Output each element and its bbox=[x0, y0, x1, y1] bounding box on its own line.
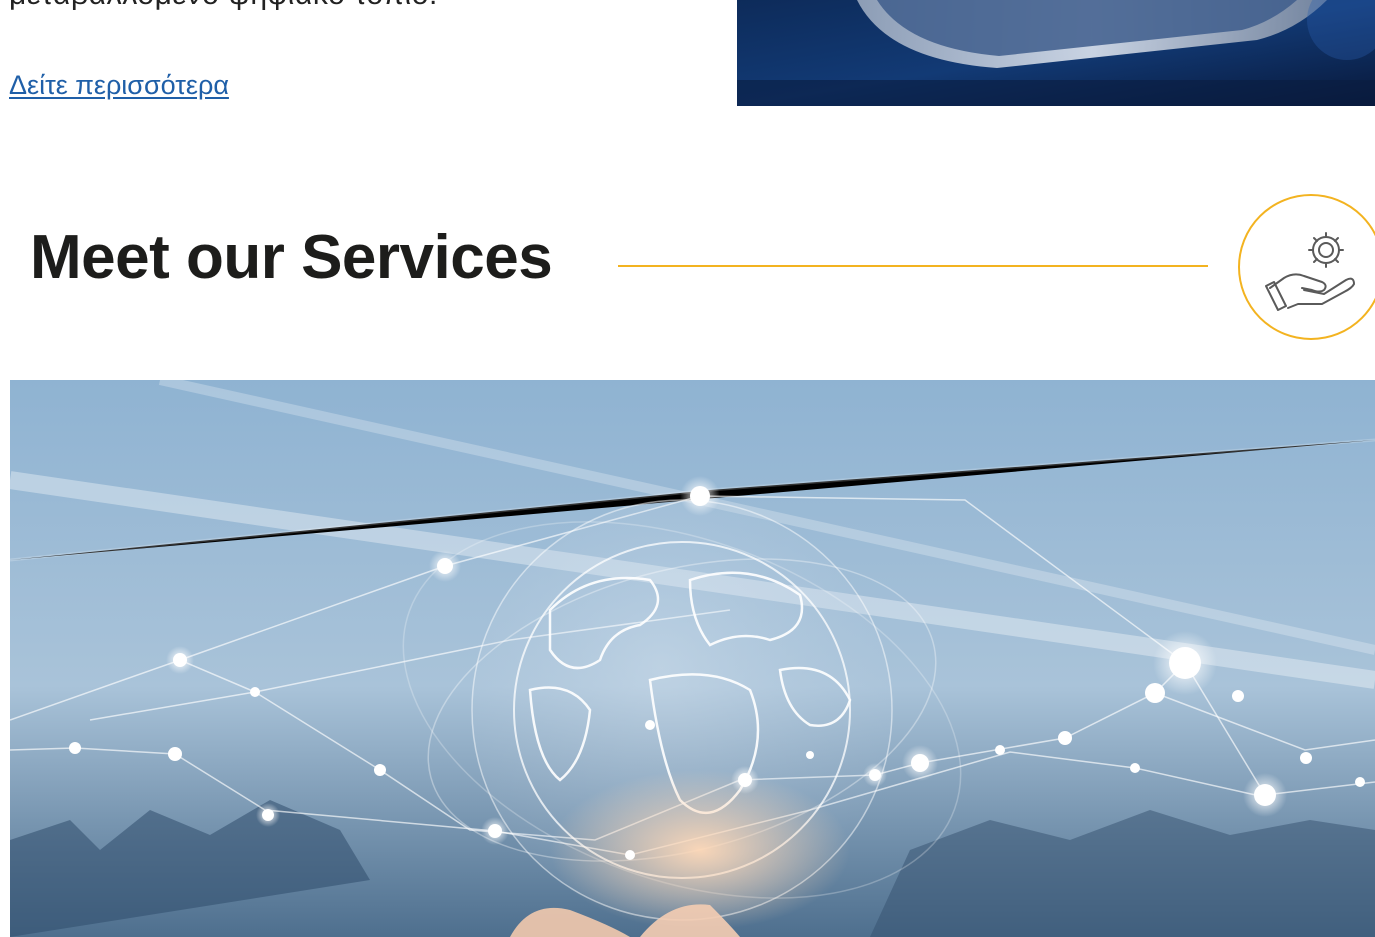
services-title: Meet our Services bbox=[30, 223, 553, 292]
services-badge bbox=[1238, 194, 1375, 340]
page: μεταβαλλόμενο ψηφιακό τοπίο. Δείτε περισ… bbox=[0, 0, 1375, 937]
read-more-link[interactable]: Δείτε περισσότερα bbox=[9, 70, 229, 101]
globe-network-banner-image bbox=[10, 380, 1375, 937]
hero-phone-image bbox=[737, 0, 1375, 106]
intro-paragraph: μεταβαλλόμενο ψηφιακό τοπίο. bbox=[9, 0, 438, 12]
hand-gear-icon bbox=[1265, 232, 1355, 311]
title-divider-line bbox=[618, 265, 1208, 267]
